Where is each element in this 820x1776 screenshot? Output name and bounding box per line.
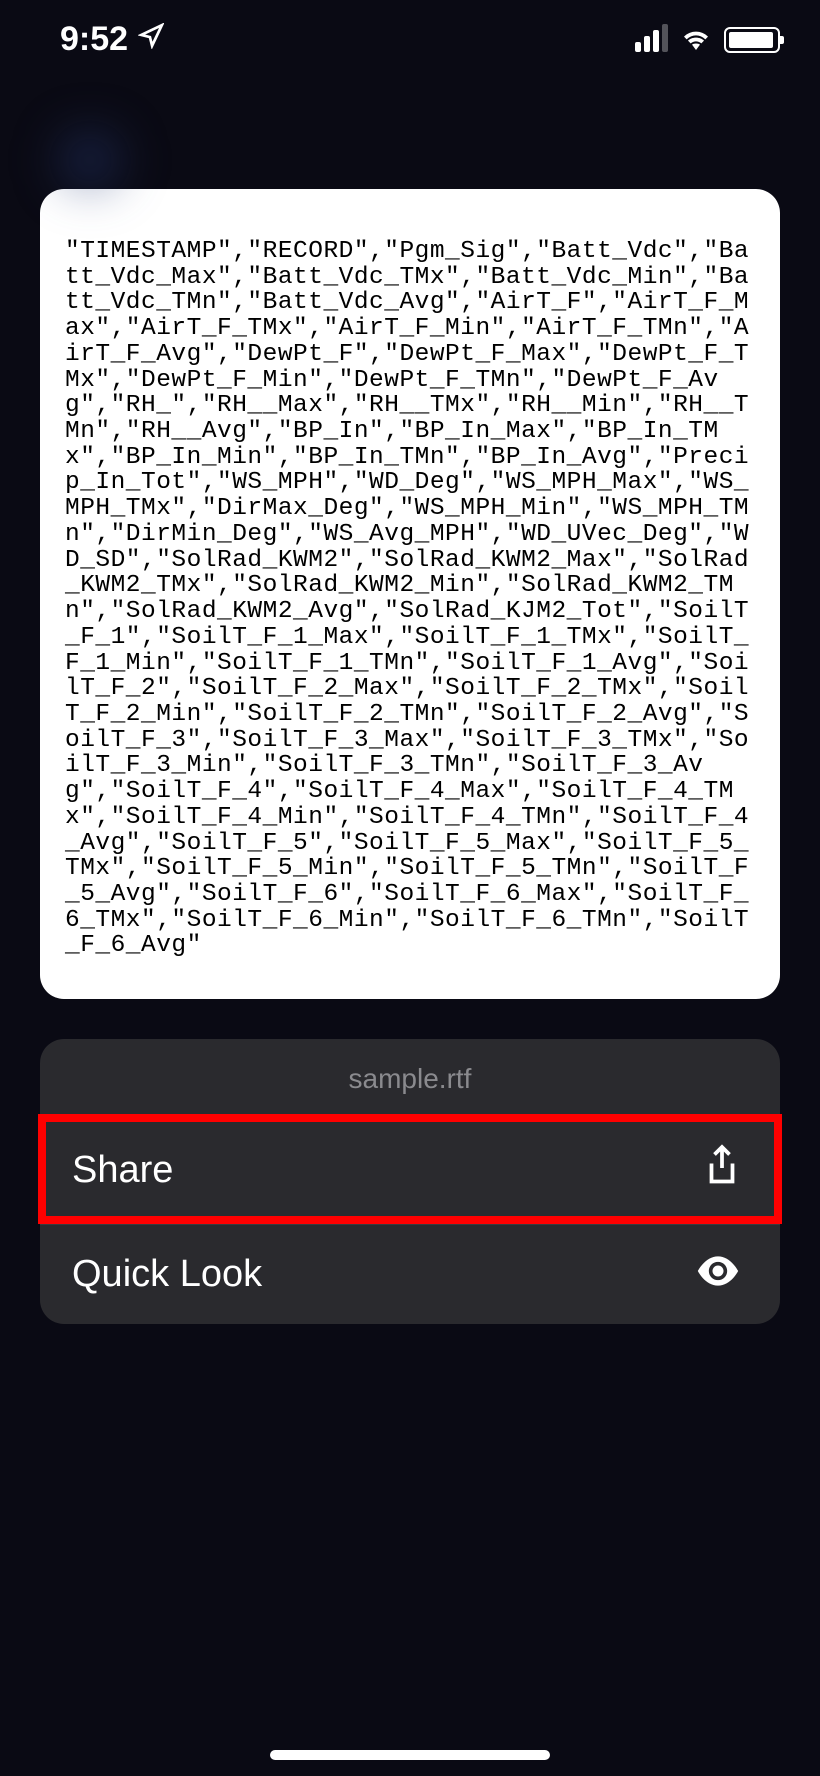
file-preview-card[interactable]: "TIMESTAMP","RECORD","Pgm_Sig","Batt_Vdc… — [40, 189, 780, 999]
home-indicator[interactable] — [270, 1750, 550, 1760]
eye-icon — [696, 1253, 740, 1296]
status-bar: 9:52 — [0, 0, 820, 69]
share-label: Share — [72, 1149, 173, 1192]
background-glow — [30, 120, 150, 200]
quicklook-menu-item[interactable]: Quick Look — [40, 1224, 780, 1324]
quicklook-label: Quick Look — [72, 1253, 262, 1296]
battery-icon — [724, 27, 780, 53]
context-menu-title: sample.rtf — [40, 1039, 780, 1115]
share-icon — [704, 1144, 740, 1196]
status-time: 9:52 — [60, 20, 128, 59]
cellular-signal-icon — [635, 28, 668, 52]
location-services-icon — [138, 23, 164, 56]
wifi-icon — [680, 20, 712, 59]
status-right — [635, 20, 780, 59]
preview-text-content: "TIMESTAMP","RECORD","Pgm_Sig","Batt_Vdc… — [65, 239, 760, 959]
share-menu-item[interactable]: Share — [40, 1115, 780, 1224]
context-menu: sample.rtf Share Quick Look — [40, 1039, 780, 1324]
status-left: 9:52 — [60, 20, 164, 59]
